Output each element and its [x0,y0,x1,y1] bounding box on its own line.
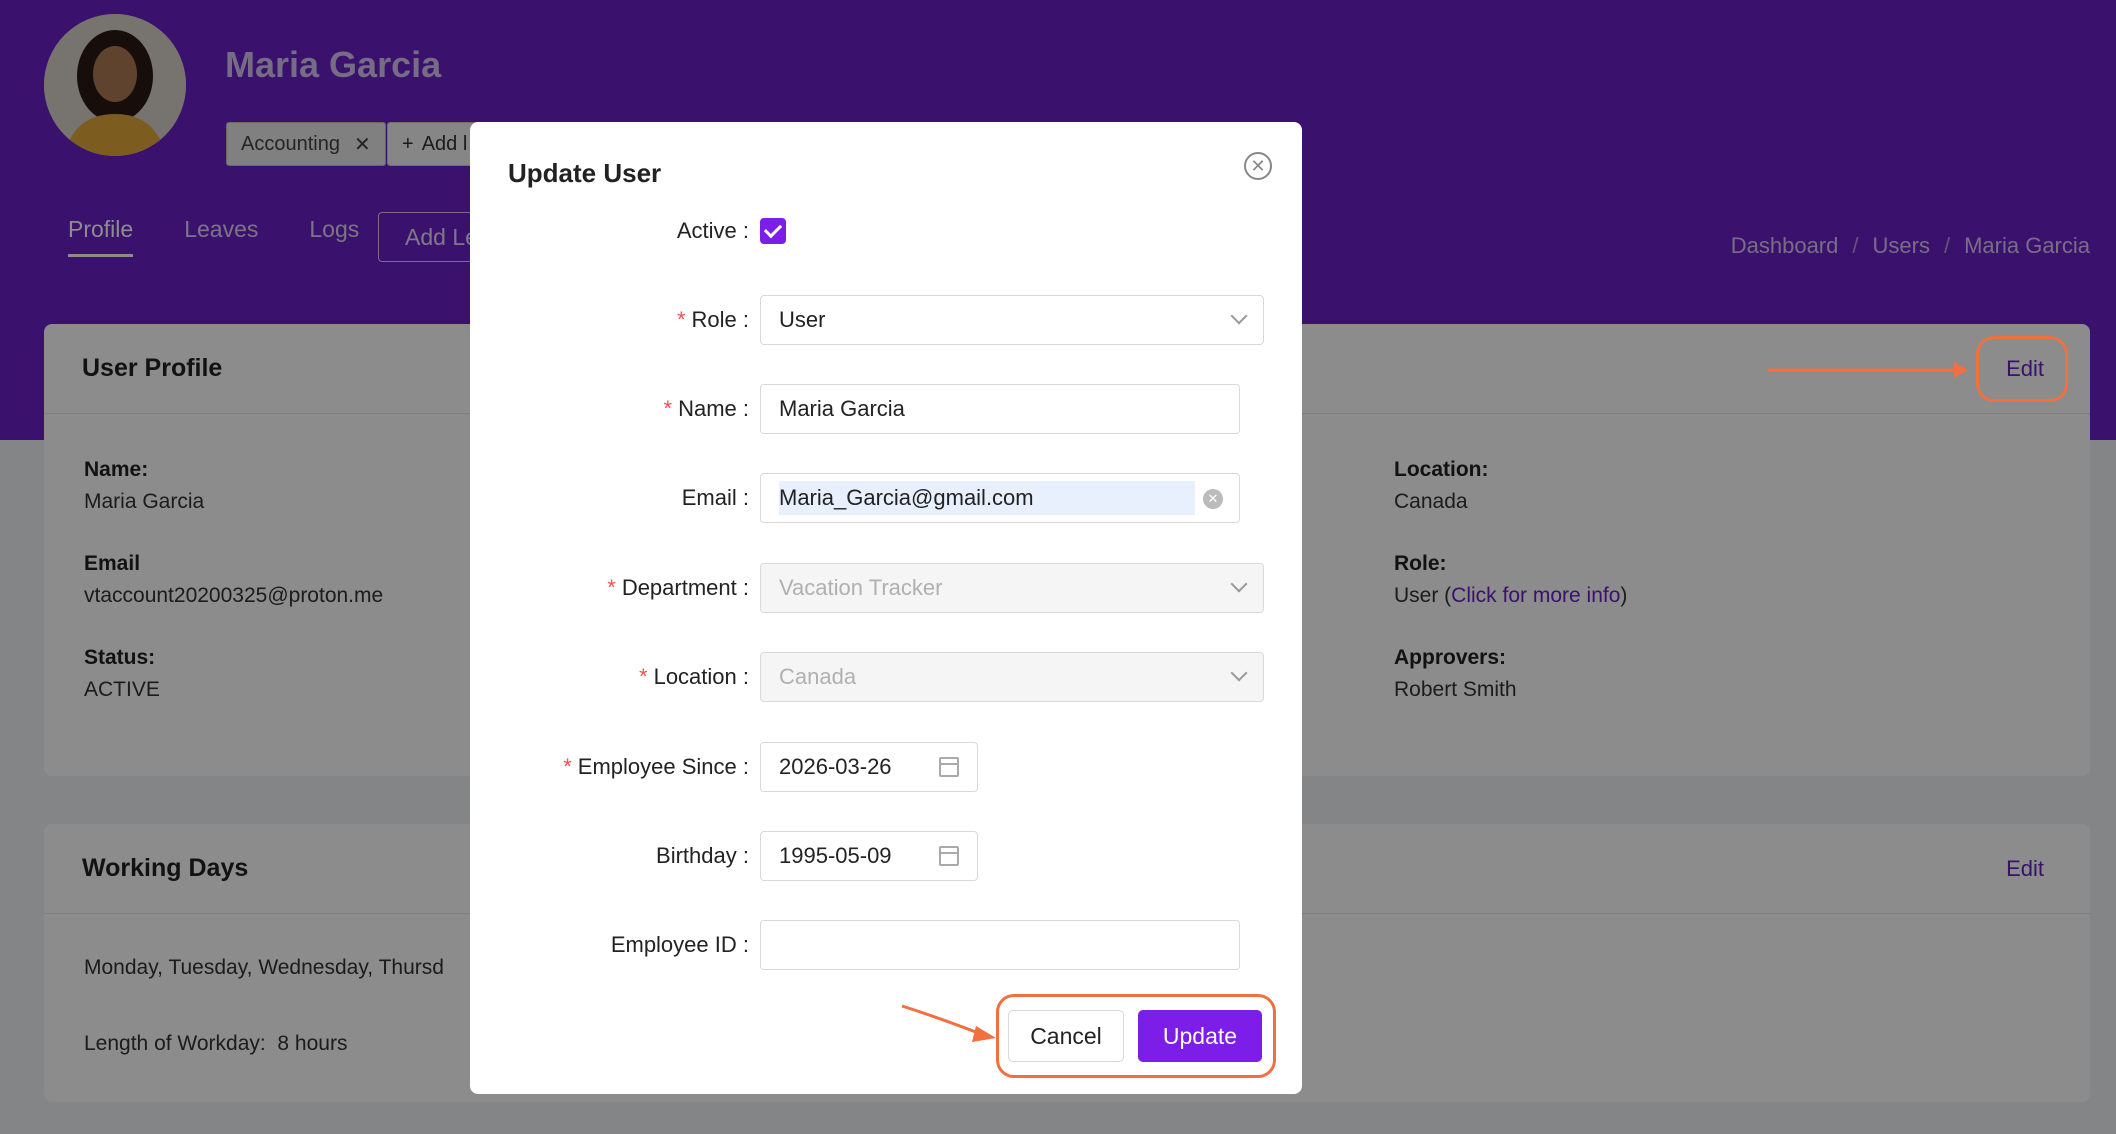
birthday-value: 1995-05-09 [779,843,892,868]
employee-since-date-picker[interactable]: 2026-03-26 [760,742,978,792]
calendar-icon [939,757,959,777]
location-select-value: Canada [779,664,857,689]
update-button[interactable]: Update [1138,1010,1262,1062]
name-input[interactable]: Maria Garcia [760,384,1240,434]
calendar-icon [939,846,959,866]
employee-id-input[interactable] [760,920,1240,970]
department-label: * Department : [607,575,749,600]
birthday-label: Birthday : [656,843,749,868]
annotation-highlight [1976,336,2068,402]
location-select: Canada [760,652,1264,702]
role-select[interactable]: User [760,295,1264,345]
chevron-down-icon [1230,307,1248,325]
name-row: * Name : Maria Garcia [470,384,1302,434]
update-user-modal: Update User ✕ Active : * Role : User * Nam… [470,122,1302,1094]
employee-since-label: * Employee Since : [563,754,749,779]
active-label: Active : [676,218,749,243]
email-row: Email : Maria_Garcia@gmail.com ✕ [470,473,1302,523]
active-row: Active : [470,206,1302,256]
email-input[interactable]: Maria_Garcia@gmail.com ✕ [760,473,1240,523]
employee-id-row: Employee ID : [470,920,1302,970]
department-row: * Department : Vacation Tracker [470,563,1302,613]
email-input-value: Maria_Garcia@gmail.com [779,481,1195,515]
active-checkbox[interactable] [760,218,786,244]
birthday-row: Birthday : 1995-05-09 [470,831,1302,881]
cancel-button[interactable]: Cancel [1008,1010,1124,1062]
employee-id-label: Employee ID : [610,932,749,957]
clear-icon[interactable]: ✕ [1203,489,1223,509]
chevron-down-icon [1230,575,1248,593]
department-select: Vacation Tracker [760,563,1264,613]
name-input-value: Maria Garcia [779,396,905,421]
email-label: Email : [681,485,749,510]
department-select-value: Vacation Tracker [779,575,943,600]
birthday-date-picker[interactable]: 1995-05-09 [760,831,978,881]
location-row: * Location : Canada [470,652,1302,702]
location-label: * Location : [639,664,749,689]
chevron-down-icon [1230,664,1248,682]
annotation-arrow [1768,362,1968,378]
role-select-value: User [779,307,826,332]
annotation-arrow [901,1004,996,1042]
name-label: * Name : [663,396,749,421]
modal-title: Update User [508,158,662,188]
employee-since-row: * Employee Since : 2026-03-26 [470,742,1302,792]
close-icon[interactable]: ✕ [1244,152,1272,180]
role-row: * Role : User [470,295,1302,345]
role-label: * Role : [676,307,749,332]
employee-since-value: 2026-03-26 [779,754,892,779]
